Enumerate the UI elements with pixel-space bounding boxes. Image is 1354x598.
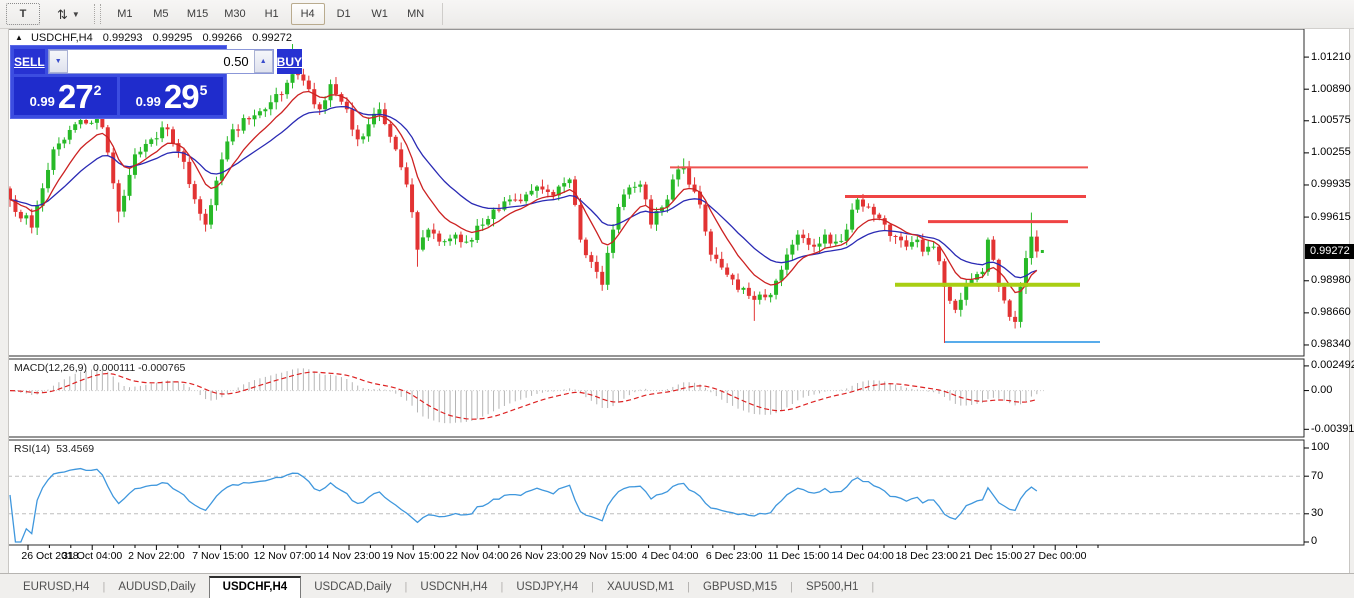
macd-histogram: [10, 368, 1037, 423]
timeframe-button-mn[interactable]: MN: [399, 3, 433, 25]
sell-price-pip: 2: [94, 82, 102, 98]
pane-frame: [8, 440, 1304, 545]
price-tick-label: 0.99615: [1311, 211, 1351, 223]
symbol-period-label: USDCHF,H4: [31, 32, 93, 44]
toolbar: T ⇅ ▼ M1M5M15M30H1H4D1W1MN: [0, 0, 1354, 29]
price-tick-label: 0.98980: [1311, 274, 1351, 286]
bottom-tab-gbpusd[interactable]: GBPUSD,M15: [690, 577, 790, 598]
buy-price-big-digits: 29: [164, 82, 199, 112]
macd-tick-label: -0.003913: [1311, 423, 1354, 435]
arrows-tool-button[interactable]: ⇅ ▼: [50, 3, 87, 25]
timeframe-button-m1[interactable]: M1: [108, 3, 142, 25]
text-tool-button[interactable]: T: [6, 3, 40, 25]
sell-price-prefix: 0.99: [30, 94, 55, 109]
timeframe-button-m5[interactable]: M5: [144, 3, 178, 25]
rsi-tick-label: 30: [1311, 507, 1323, 519]
price-tick-label: 0.98660: [1311, 306, 1351, 318]
price-tick-label: 1.01210: [1311, 51, 1351, 63]
window-right-edge: [1349, 28, 1354, 573]
buy-price-display[interactable]: 0.99 29 5: [120, 77, 223, 115]
macd-tick-label: 0.002492: [1311, 359, 1354, 371]
timeframe-button-d1[interactable]: D1: [327, 3, 361, 25]
price-tick-label: 1.00890: [1311, 83, 1351, 95]
toolbar-grip: [94, 4, 101, 24]
bottom-tab-usdchf[interactable]: USDCHF,H4: [209, 576, 302, 598]
timeframe-button-group: M1M5M15M30H1H4D1W1MN: [107, 3, 434, 25]
bottom-tab-xauusd[interactable]: XAUUSD,M1: [594, 577, 687, 598]
buy-button[interactable]: BUY: [277, 49, 302, 74]
rsi-label: RSI(14) 53.4569: [14, 443, 94, 455]
timeframe-button-m30[interactable]: M30: [217, 3, 252, 25]
bottom-tab-usdcad[interactable]: USDCAD,Daily: [301, 577, 404, 598]
trading-terminal-window: T ⇅ ▼ M1M5M15M30H1H4D1W1MN ▲ USDCHF,H4 0…: [0, 0, 1354, 598]
dropdown-caret-icon: ▼: [72, 10, 80, 19]
buy-price-pip: 5: [200, 82, 208, 98]
price-tick-label: 1.00575: [1311, 114, 1351, 126]
price-tick-label: 0.99935: [1311, 178, 1351, 190]
macd-signal-line: [10, 372, 1037, 419]
last-price-marker: [1041, 250, 1044, 253]
sell-price-big-digits: 27: [58, 82, 93, 112]
volume-input[interactable]: [68, 50, 254, 73]
macd-values: 0.000111 -0.000765: [93, 362, 185, 374]
rsi-tick-label: 100: [1311, 441, 1329, 453]
timeframe-button-h4[interactable]: H4: [291, 3, 325, 25]
timeframe-button-w1[interactable]: W1: [363, 3, 397, 25]
low-value: 0.99266: [202, 32, 242, 44]
close-value: 0.99272: [252, 32, 292, 44]
timeframe-button-h1[interactable]: H1: [255, 3, 289, 25]
high-value: 0.99295: [153, 32, 193, 44]
rsi-line: [10, 469, 1037, 542]
bottom-tab-eurusd[interactable]: EURUSD,H4: [10, 577, 102, 598]
macd-name: MACD(12,26,9): [14, 362, 87, 374]
bottom-tab-usdjpy[interactable]: USDJPY,H4: [503, 577, 591, 598]
bottom-tab-sp500[interactable]: SP500,H1: [793, 577, 871, 598]
one-click-trading-panel: SELL ▼ ▲ BUY 0.99 27 2 0.99 29 5: [10, 45, 227, 119]
current-price-tag: 0.99272: [1305, 244, 1354, 259]
tab-separator: |: [871, 581, 874, 598]
pane-frame: [8, 359, 1304, 437]
toolbar-separator: [442, 3, 443, 25]
volume-increment-button[interactable]: ▲: [254, 50, 273, 73]
bottom-tab-audusd[interactable]: AUDUSD,Daily: [105, 577, 208, 598]
ma-fast-line: [10, 92, 1037, 293]
rsi-tick-label: 0: [1311, 535, 1317, 547]
rsi-name: RSI(14): [14, 443, 50, 455]
sell-price-display[interactable]: 0.99 27 2: [14, 77, 117, 115]
chart-tab-bar: EURUSD,H4 | AUDUSD,DailyUSDCHF,H4USDCAD,Da…: [0, 573, 1354, 598]
chart-title: ▲ USDCHF,H4 0.99293 0.99295 0.99266 0.99…: [15, 32, 292, 44]
time-axis-label: 27 Dec 00:00: [1007, 550, 1103, 562]
price-tick-label: 0.98340: [1311, 338, 1351, 350]
window-left-edge: [0, 28, 9, 573]
rsi-value: 53.4569: [56, 443, 94, 455]
rsi-tick-label: 70: [1311, 470, 1323, 482]
timeframe-button-m15[interactable]: M15: [180, 3, 215, 25]
open-value: 0.99293: [103, 32, 143, 44]
buy-price-prefix: 0.99: [136, 94, 161, 109]
sell-button[interactable]: SELL: [14, 49, 45, 74]
collapse-icon[interactable]: ▲: [15, 33, 23, 42]
arrows-tool-icon: ⇅: [57, 8, 68, 21]
volume-decrement-button[interactable]: ▼: [49, 50, 68, 73]
price-tick-label: 1.00255: [1311, 146, 1351, 158]
macd-label: MACD(12,26,9) 0.000111 -0.000765: [14, 362, 185, 374]
macd-tick-label: 0.00: [1311, 384, 1332, 396]
bottom-tab-usdcnh[interactable]: USDCNH,H4: [407, 577, 500, 598]
